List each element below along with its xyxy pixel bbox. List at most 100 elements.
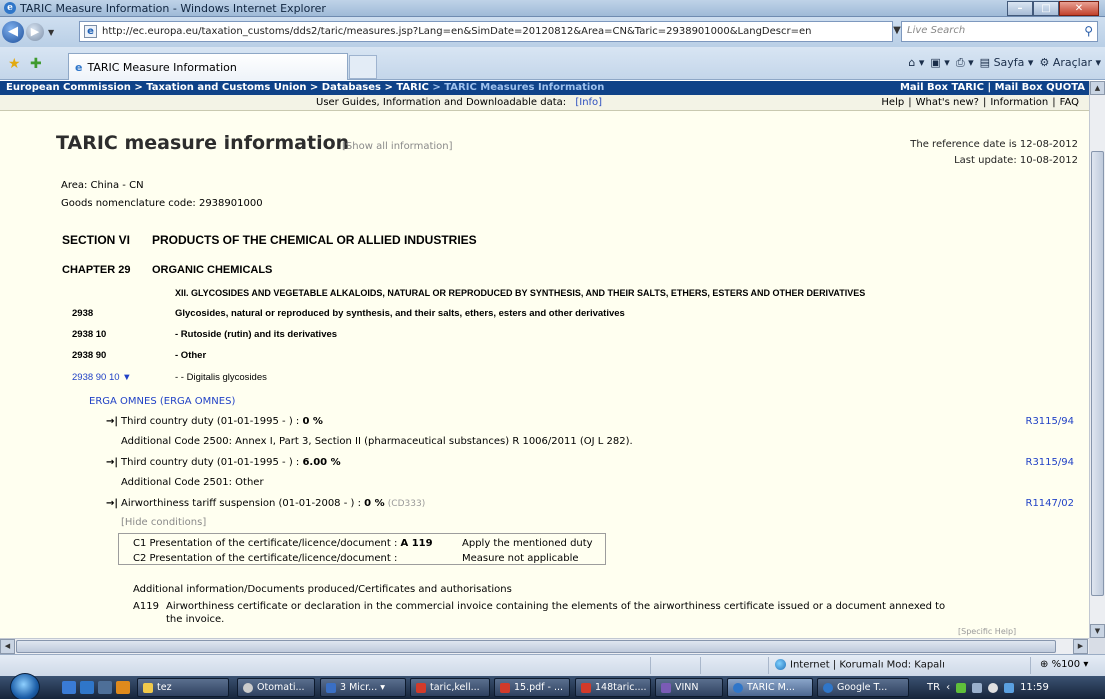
explorer-quicklaunch-icon[interactable] — [98, 681, 112, 694]
taskbar-item-taric-ie[interactable]: TARIC M... — [727, 678, 813, 697]
security-zone[interactable]: Internet | Korumalı Mod: Kapalı — [775, 659, 945, 671]
media-quicklaunch-icon[interactable] — [116, 681, 130, 694]
network-icon[interactable] — [956, 682, 967, 693]
reference-date: The reference date is 12-08-2012 — [910, 139, 1078, 150]
search-input[interactable]: Live Search ⚲ — [901, 21, 1098, 42]
taskbar-item-148taric[interactable]: 148taric.... — [575, 678, 651, 697]
tab-taric[interactable]: e TARIC Measure Information — [68, 53, 348, 80]
scroll-up-icon[interactable]: ▲ — [1090, 81, 1105, 95]
ie-icon — [823, 682, 833, 693]
taskbar-item-word[interactable]: 3 Micr... ▾ — [320, 678, 406, 697]
url-field[interactable]: e http://ec.europa.eu/taxation_customs/d… — [79, 21, 893, 42]
hide-conditions-link[interactable]: [Hide conditions] — [121, 517, 206, 528]
url-dropdown-icon[interactable]: ▼ — [893, 21, 901, 42]
scroll-thumb[interactable] — [1091, 151, 1104, 596]
feeds-icon[interactable]: ▣ ▾ — [930, 56, 949, 70]
taskbar-item-15pdf[interactable]: 15.pdf - ... — [494, 678, 570, 697]
breadcrumb-databases[interactable]: Databases — [322, 82, 381, 93]
language-indicator[interactable]: TR — [927, 676, 940, 699]
home-icon[interactable]: ⌂ ▾ — [908, 56, 924, 70]
breadcrumb-ec[interactable]: European Commission — [6, 82, 131, 93]
goods-code-label: Goods nomenclature code: 2938901000 — [61, 198, 263, 209]
vertical-scrollbar[interactable]: ▲ ▼ — [1089, 81, 1105, 638]
measure-arrow-icon[interactable]: →| — [106, 416, 118, 427]
show-desktop-icon[interactable] — [62, 681, 76, 694]
app-icon — [243, 682, 253, 693]
back-button[interactable]: ◀ — [2, 21, 24, 43]
page-title: TARIC measure information — [56, 132, 350, 154]
taskbar-item-taric[interactable]: taric,kell... — [410, 678, 490, 697]
measure-arrow-icon[interactable]: →| — [106, 457, 118, 468]
info-link[interactable]: [Info] — [575, 97, 602, 108]
search-icon[interactable]: ⚲ — [1084, 24, 1093, 38]
forward-button[interactable]: ▶ — [26, 23, 44, 41]
ie-icon — [733, 682, 743, 693]
show-all-link[interactable]: [Show all information] — [342, 141, 453, 152]
security-zone-text: Internet | Korumalı Mod: Kapalı — [790, 659, 945, 671]
window-title: TARIC Measure Information - Windows Inte… — [20, 1, 326, 15]
page-icon: e — [84, 25, 97, 38]
scroll-thumb[interactable] — [16, 640, 1056, 653]
new-tab-button[interactable] — [349, 55, 377, 79]
taskbar-item-google[interactable]: Google T... — [817, 678, 909, 697]
ie-logo-icon: e — [4, 2, 16, 14]
erga-omnes-link[interactable]: ERGA OMNES (ERGA OMNES) — [89, 396, 235, 407]
ie-quicklaunch-icon[interactable] — [80, 681, 94, 694]
status-divider — [650, 657, 651, 674]
scroll-left-icon[interactable]: ◀ — [0, 639, 15, 654]
chapter-number: CHAPTER 29 — [62, 264, 131, 276]
taskbar-item-label: 3 Micr... — [340, 682, 378, 693]
page-menu[interactable]: ▤ Sayfa ▾ — [980, 56, 1034, 70]
breadcrumb-separator: > — [432, 82, 441, 93]
clock[interactable]: 11:59 — [1020, 676, 1049, 699]
tools-menu[interactable]: ⚙ Araçlar ▾ — [1039, 56, 1101, 70]
antivirus-icon[interactable] — [988, 682, 999, 693]
favorites-star-icon[interactable]: ★ — [8, 56, 21, 72]
volume-icon[interactable] — [1004, 682, 1015, 693]
faq-link[interactable]: FAQ — [1056, 97, 1083, 108]
close-button[interactable]: ✕ — [1059, 1, 1099, 16]
browser-window: e TARIC Measure Information - Windows In… — [0, 0, 1105, 699]
specific-help-link[interactable]: [Specific Help] — [958, 627, 1016, 636]
horizontal-scrollbar[interactable]: ◀ ▶ — [0, 638, 1089, 654]
regulation-link[interactable]: R3115/94 — [1026, 416, 1075, 427]
taskbar-item-otomati[interactable]: Otomati... — [237, 678, 315, 697]
minimize-button[interactable]: – — [1007, 1, 1033, 16]
help-link[interactable]: Help — [877, 97, 908, 108]
add-favorite-icon[interactable]: ✚ — [30, 56, 42, 72]
measure-arrow-icon[interactable]: →| — [106, 498, 118, 509]
row-code-selected[interactable]: 2938 90 10 ▼ — [72, 372, 132, 383]
start-button[interactable] — [10, 673, 40, 699]
regulation-link[interactable]: R1147/02 — [1026, 498, 1075, 509]
taskbar-item-tez[interactable]: tez — [137, 678, 229, 697]
maximize-button[interactable]: □ — [1033, 1, 1059, 16]
folder-icon — [143, 682, 153, 693]
row-desc: - Rutoside (rutin) and its derivatives — [175, 329, 338, 340]
tray-expand-icon[interactable]: ‹ — [946, 676, 950, 699]
row-desc: - Other — [175, 350, 207, 361]
taskbar-item-label: tez — [157, 682, 172, 693]
pdf-icon — [500, 682, 510, 693]
history-dropdown-icon[interactable]: ▼ — [48, 28, 54, 37]
scroll-right-icon[interactable]: ▶ — [1073, 639, 1088, 654]
mailbox-taric-link[interactable]: Mail Box TARIC — [900, 82, 984, 93]
information-link[interactable]: Information — [986, 97, 1052, 108]
chapter-title: ORGANIC CHEMICALS — [152, 264, 273, 276]
breadcrumb-taric[interactable]: TARIC — [396, 82, 429, 93]
regulation-link[interactable]: R3115/94 — [1026, 457, 1075, 468]
taskbar-item-vinn[interactable]: VINN — [655, 678, 723, 697]
system-tray: TR ‹ 11:59 — [927, 676, 1049, 699]
whats-new-link[interactable]: What's new? — [912, 97, 983, 108]
zoom-control[interactable]: ⊕ %100 ▾ — [1040, 659, 1088, 670]
row-desc: - - Digitalis glycosides — [175, 372, 267, 383]
scroll-down-icon[interactable]: ▼ — [1090, 624, 1105, 638]
print-icon[interactable]: ⎙ ▾ — [956, 56, 974, 70]
section-number: SECTION VI — [62, 233, 131, 247]
additional-info-title: Additional information/Documents produce… — [133, 584, 512, 595]
breadcrumb-taxud[interactable]: Taxation and Customs Union — [146, 82, 306, 93]
additional-code: Additional Code 2501: Other — [121, 477, 264, 488]
battery-icon[interactable] — [972, 682, 983, 693]
breadcrumb-current: TARIC Measures Information — [444, 82, 605, 93]
mailbox-quota-link[interactable]: Mail Box QUOTA — [995, 82, 1085, 93]
title-bar: e TARIC Measure Information - Windows In… — [0, 0, 1105, 17]
